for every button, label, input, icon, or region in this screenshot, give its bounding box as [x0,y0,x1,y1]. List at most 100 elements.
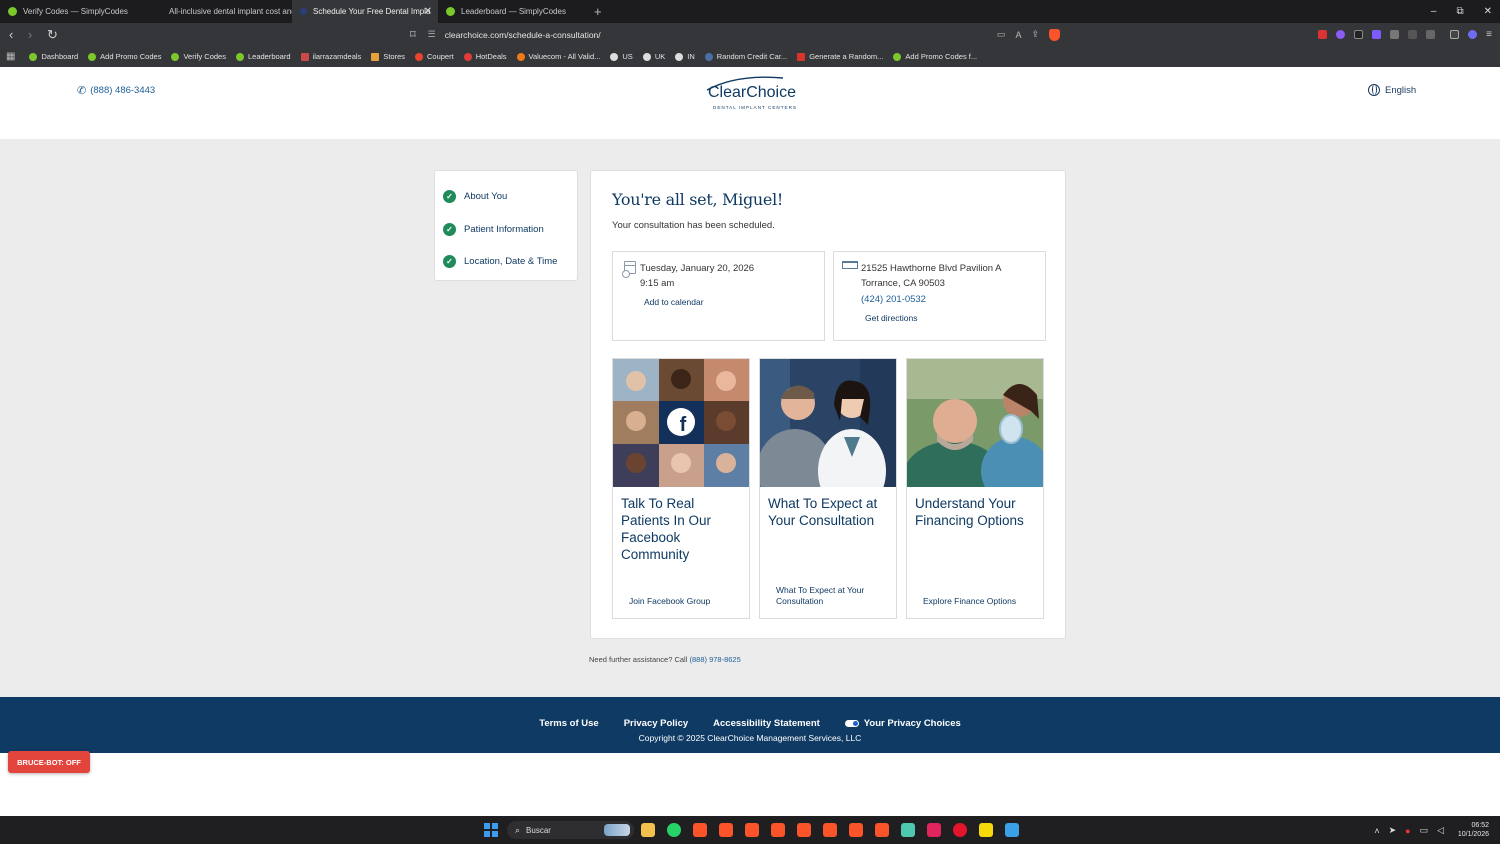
brave-browser-icon[interactable] [823,823,837,837]
bookmark-item[interactable]: Add Promo Codes [88,52,161,61]
bookmark-item[interactable]: Random Credit Car... [704,52,787,61]
volume-icon[interactable]: ◁ [1437,825,1444,836]
get-directions-link[interactable]: Get directions [865,313,917,323]
telegram-icon[interactable]: ➤ [1389,825,1397,836]
close-tab-icon[interactable]: ✕ [424,6,432,17]
terms-of-use-link[interactable]: Terms of Use [539,718,598,729]
tab-verify-codes[interactable]: Verify Codes — SimplyCodes [0,0,146,23]
tile-what-to-expect[interactable]: What To Expect at Your Consultation What… [759,358,897,619]
app-icon[interactable] [979,823,993,837]
valuecom-icon [516,52,525,61]
bookmark-item[interactable]: HotDeals [463,52,507,61]
tab-title: Schedule Your Free Dental Impla [313,7,431,16]
language-selector[interactable]: English [1368,84,1416,96]
bookmark-item[interactable]: Add Promo Codes f... [893,52,977,61]
bookmark-item[interactable]: IN [675,52,695,61]
puzzle-extensions-icon[interactable] [1408,30,1418,39]
app-tray-icon[interactable]: ● [1405,826,1410,836]
cast-icon[interactable]: ▭ [997,29,1006,40]
assistance-text: Need further assistance? Call (888) 978-… [589,655,741,664]
calendar-icon [622,261,636,278]
close-window-icon[interactable]: ✕ [1484,6,1492,17]
brave-browser-icon[interactable] [745,823,759,837]
explore-finance-options-link[interactable]: Explore Finance Options [923,596,1033,607]
brave-browser-icon[interactable] [693,823,707,837]
vpn-icon[interactable] [901,823,915,837]
extension-icon[interactable] [1336,30,1346,39]
opera-icon[interactable] [953,823,967,837]
bookmark-item[interactable]: ilarrazamdeals [300,52,361,61]
bookmark-item[interactable]: US [610,52,633,61]
bookmark-favicon-icon [29,52,38,61]
join-facebook-group-link[interactable]: Join Facebook Group [629,596,739,607]
browser-toolbar: ‹ › ↻ ⌑ ☰ clearchoice.com/schedule-a-con… [0,23,1500,46]
forward-icon[interactable]: › [28,27,38,42]
bookmark-item[interactable]: Valuecom - All Valid... [516,52,600,61]
bookmarks-bar: ▦ Dashboard Add Promo Codes Verify Codes… [0,46,1500,67]
bookmark-item[interactable]: Dashboard [29,52,78,61]
search-icon: ⌕ [515,824,521,835]
menu-icon[interactable]: ≡ [1486,29,1492,40]
bookmark-item[interactable]: UK [642,52,665,61]
restore-icon[interactable]: ⧉ [1456,6,1463,17]
site-settings-icon[interactable]: ☰ [428,29,436,40]
sidebar-icon[interactable] [1450,30,1460,39]
header-phone-link[interactable]: ✆ (888) 486-3443 [77,84,155,97]
file-explorer-icon[interactable] [641,823,655,837]
privacy-choices-link[interactable]: Your Privacy Choices [844,718,961,729]
tab-leaderboard[interactable]: Leaderboard — SimplyCodes [438,0,584,23]
bookmark-item[interactable]: Generate a Random... [797,52,883,61]
bruce-bot-toggle-button[interactable]: BRUCE-BOT: OFF [8,751,90,773]
back-icon[interactable]: ‹ [9,27,19,42]
bookmark-item[interactable]: Verify Codes [171,52,226,61]
tab-schedule-consultation[interactable]: Schedule Your Free Dental Impla ✕ [292,0,438,23]
brave-browser-icon[interactable] [719,823,733,837]
step-patient-information[interactable]: ✓ Patient Information [443,219,577,240]
tile-financing-options[interactable]: Understand Your Financing Options Explor… [906,358,1044,619]
notepad-icon[interactable] [1005,823,1019,837]
extension-icon[interactable] [1390,30,1400,39]
bookmark-icon[interactable]: ⌑ [410,28,416,41]
step-about-you[interactable]: ✓ About You [443,186,577,207]
downloads-icon[interactable] [1426,30,1436,39]
step-location-date-time[interactable]: ✓ Location, Date & Time [443,251,577,272]
extension-icon[interactable] [1372,30,1382,39]
bookmark-item[interactable]: Coupert [415,52,454,61]
network-icon[interactable]: ▭ [1420,825,1429,836]
add-to-calendar-link[interactable]: Add to calendar [644,297,704,307]
apps-grid-icon[interactable]: ▦ [6,51,15,62]
tab-dental-implant-cost[interactable]: All-inclusive dental implant cost and [146,0,292,23]
brave-shields-icon[interactable] [1049,28,1060,41]
extension-icon[interactable] [1354,30,1364,39]
whatsapp-icon[interactable] [667,823,681,837]
minimize-icon[interactable]: – [1431,6,1437,17]
share-icon[interactable]: ⇪ [1031,29,1039,40]
windows-start-icon[interactable] [484,823,498,837]
taskbar-search-box[interactable]: ⌕ Buscar [507,821,634,839]
assistance-phone-link[interactable]: (888) 978-8625 [689,655,740,664]
brave-browser-icon[interactable] [849,823,863,837]
app-icon[interactable] [927,823,941,837]
privacy-toggle-icon [844,720,859,727]
taskbar-clock[interactable]: 06:52 10/1/2026 [1458,821,1489,839]
bookmark-item[interactable]: Stores [371,52,405,61]
location-phone-link[interactable]: (424) 201-0532 [861,294,926,305]
privacy-policy-link[interactable]: Privacy Policy [624,718,688,729]
reload-icon[interactable]: ↻ [47,27,58,43]
clearchoice-logo[interactable]: ClearChoice DENTAL IMPLANT CENTERS [697,72,807,112]
brave-browser-icon[interactable] [771,823,785,837]
what-to-expect-link[interactable]: What To Expect at Your Consultation [776,585,886,606]
url-text[interactable]: clearchoice.com/schedule-a-consultation/ [445,30,601,40]
brave-browser-icon[interactable] [797,823,811,837]
chevron-up-icon[interactable]: ˄ [1374,826,1379,836]
new-tab-button[interactable]: + [594,4,602,19]
tile-facebook-community[interactable]: f Talk To Real Patients In Our Facebook … [612,358,750,619]
bookmark-item[interactable]: Leaderboard [235,52,291,61]
clearchoice-favicon-icon [300,8,307,15]
leo-ai-icon[interactable] [1468,30,1478,39]
address-bar[interactable]: ⌑ ☰ clearchoice.com/schedule-a-consultat… [410,25,1066,44]
brave-browser-icon[interactable] [875,823,889,837]
accessibility-statement-link[interactable]: Accessibility Statement [713,718,820,729]
translate-icon[interactable]: A [1015,30,1021,40]
extension-icon[interactable] [1318,30,1328,39]
